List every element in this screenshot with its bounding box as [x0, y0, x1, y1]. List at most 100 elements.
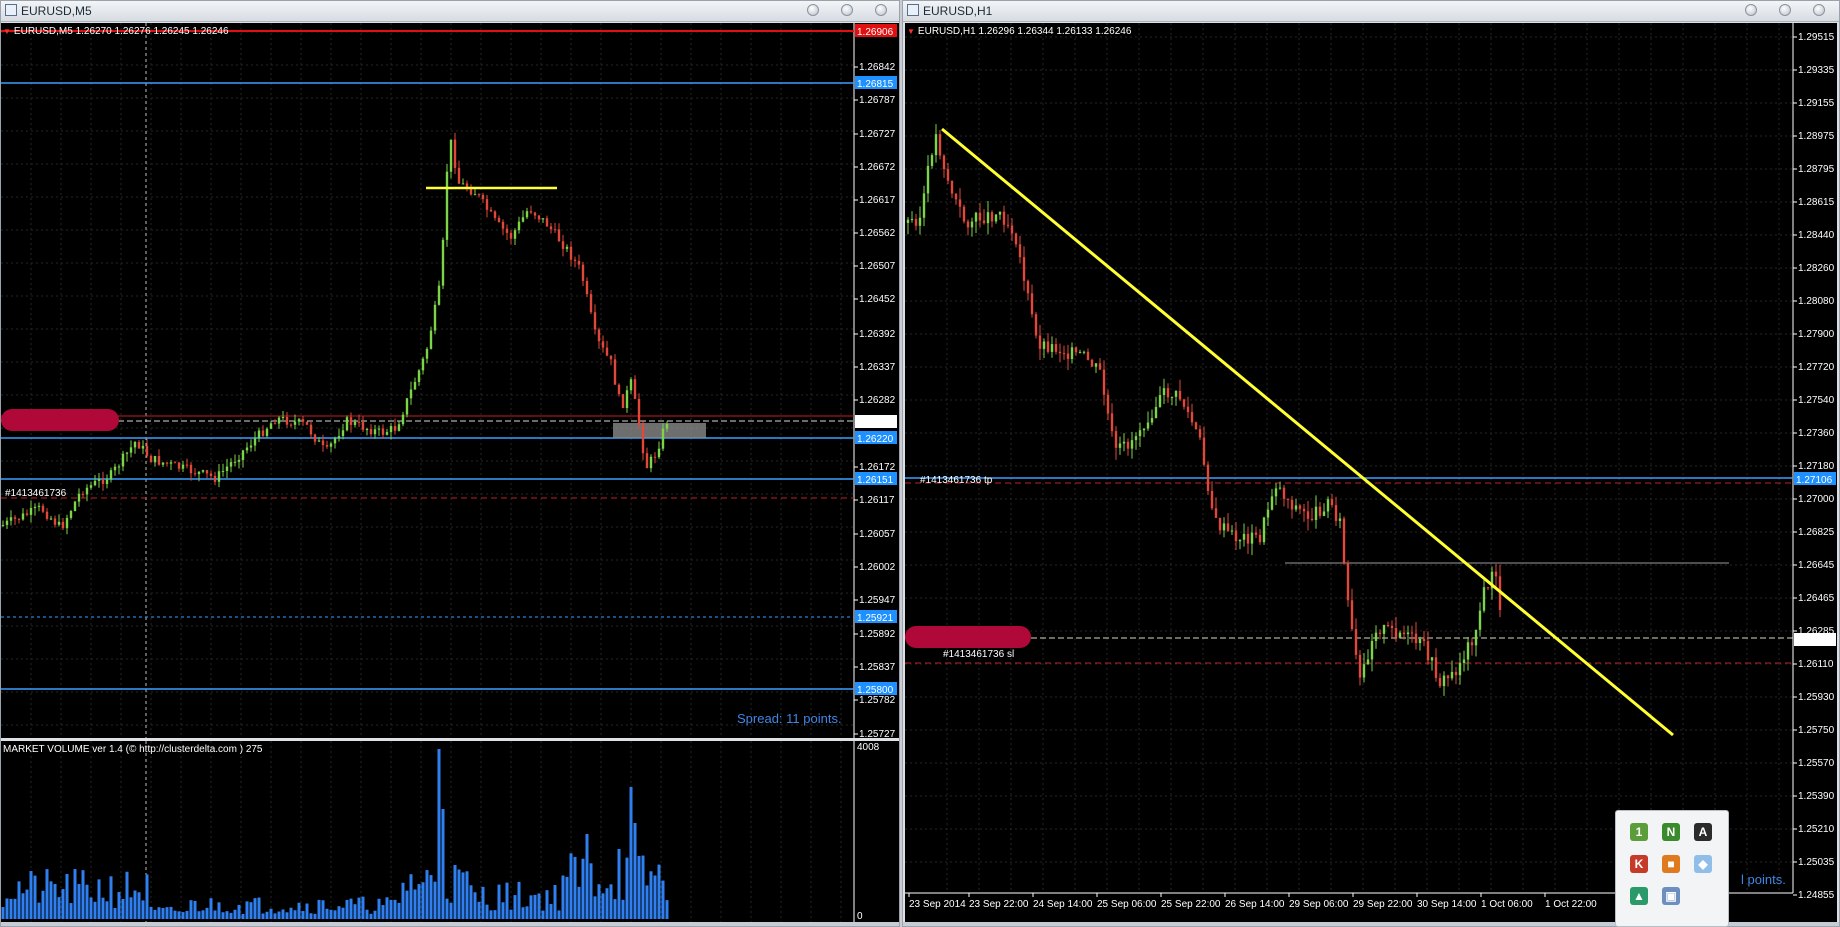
candle-body	[1462, 659, 1466, 664]
price-label: 1.27180	[1798, 461, 1835, 472]
window-title: EURUSD,M5	[21, 4, 92, 18]
network-icon[interactable]: ◆	[1694, 855, 1712, 873]
price-label: 1.27360	[1798, 428, 1835, 439]
chart-window-m5[interactable]: EURUSD,M5 1.26842 1.26787 1.26727 1.26672 1.…	[0, 0, 900, 927]
candle-body	[982, 220, 986, 224]
candle-body	[1470, 642, 1474, 646]
volume-bar	[605, 888, 609, 919]
time-label: 24 Sep 14:00	[1033, 899, 1093, 910]
maximize-button[interactable]	[1779, 4, 1791, 16]
candle-body	[361, 422, 365, 430]
volume-bar	[241, 913, 245, 919]
candle-body	[653, 456, 657, 458]
candle-body	[501, 221, 505, 229]
candle-body	[1338, 518, 1342, 521]
candle-body	[1270, 496, 1274, 510]
symbol-info: ▼ EURUSD,H1 1.26296 1.26344 1.26133 1.262…	[907, 26, 1132, 37]
maximize-button[interactable]	[841, 4, 853, 16]
candle-body	[129, 447, 133, 453]
candle-body	[1054, 344, 1058, 352]
volume-bar	[29, 871, 33, 919]
candle-body	[397, 424, 401, 431]
volume-bar	[165, 907, 169, 919]
monitor-icon[interactable]: ▣	[1662, 887, 1680, 905]
redaction-mark	[905, 626, 1031, 648]
price-chart[interactable]: 1.26842 1.26787 1.26727 1.26672 1.26617 1.265…	[1, 23, 899, 738]
candle-body	[301, 419, 305, 422]
price-label: 1.28795	[1798, 164, 1835, 175]
price-label: 1.25892	[859, 629, 896, 640]
nvidia-icon[interactable]: N	[1662, 823, 1680, 841]
candle-body	[549, 226, 553, 230]
price-label: 1.25390	[1798, 791, 1835, 802]
title-bar[interactable]: EURUSD,H1	[903, 1, 1839, 22]
candle-body	[1486, 587, 1490, 589]
level-badge: 1.25921	[857, 613, 894, 624]
title-bar[interactable]: EURUSD,M5	[1, 1, 899, 22]
candle-body	[105, 479, 109, 484]
minimize-button[interactable]	[807, 4, 819, 16]
candle-body	[73, 501, 77, 512]
volume-bar	[105, 901, 109, 919]
volume-bar	[1, 907, 5, 919]
candle-body	[61, 521, 65, 529]
candle-body	[53, 518, 57, 525]
candle-body	[1478, 610, 1482, 630]
app-icon[interactable]: A	[1694, 823, 1712, 841]
candle-body	[45, 511, 49, 519]
price-label: 1.26002	[859, 562, 896, 573]
volume-bar	[349, 898, 353, 919]
price-label: 1.25750	[1798, 725, 1835, 736]
minimize-button[interactable]	[1745, 4, 1757, 16]
candle-body	[177, 462, 181, 469]
tool-icon[interactable]: K	[1630, 855, 1648, 873]
volume-bar	[317, 899, 321, 919]
volume-bar	[189, 900, 193, 919]
candle-body	[169, 462, 173, 464]
candle-body	[954, 193, 958, 200]
candle-body	[1022, 257, 1026, 281]
candle-body	[1046, 341, 1050, 352]
price-chart[interactable]: 1.29515 1.29335 1.29155 1.28975 1.28795 1.286…	[905, 23, 1837, 923]
price-label: 1.26110	[1798, 659, 1834, 670]
candle-body	[585, 280, 589, 295]
candle-body	[25, 513, 29, 515]
volume-bar	[85, 884, 89, 919]
candle-body	[1334, 505, 1338, 521]
candle-body	[1466, 642, 1470, 660]
candle-body	[605, 347, 609, 356]
time-label: 23 Sep 22:00	[969, 899, 1029, 910]
volume-bar	[365, 909, 369, 919]
close-button[interactable]	[875, 4, 887, 16]
volume-bar	[149, 906, 153, 919]
chart-window-h1[interactable]: EURUSD,H1 1.29515 1.29335 1.29155 1.28975 1.…	[902, 0, 1840, 927]
candle-body	[1382, 624, 1386, 634]
candle-body	[385, 432, 389, 435]
candle-body	[1058, 351, 1062, 354]
sync-icon[interactable]: ▲	[1630, 887, 1648, 905]
candle-body	[253, 438, 257, 446]
volume-indicator-panel[interactable]: MARKET VOLUME ver 1.4 (© http://clusterd…	[1, 741, 899, 924]
volume-bar	[637, 855, 641, 919]
candle-body	[197, 471, 201, 475]
candle-body	[946, 169, 950, 181]
chart-window-icon	[5, 4, 17, 16]
system-tray-overflow[interactable]: 1 N A K ■ ◆ ▲ ▣	[1615, 810, 1729, 927]
package-icon[interactable]: ■	[1662, 855, 1680, 873]
candle-body	[1070, 347, 1074, 360]
close-button[interactable]	[1813, 4, 1825, 16]
candle-body	[137, 442, 141, 449]
candle-body	[113, 466, 117, 471]
candle-body	[85, 487, 89, 495]
update-icon[interactable]: 1	[1630, 823, 1648, 841]
candle-body	[525, 211, 529, 218]
price-label: 1.29155	[1798, 98, 1835, 109]
horizontal-scrollbar[interactable]	[1, 922, 899, 926]
volume-bar	[49, 881, 53, 919]
candle-body	[357, 421, 361, 423]
candle-body	[1198, 429, 1202, 438]
candle-body	[17, 518, 21, 520]
volume-bar	[313, 913, 317, 919]
candle-body	[1114, 431, 1118, 448]
price-label: 1.27720	[1798, 362, 1835, 373]
